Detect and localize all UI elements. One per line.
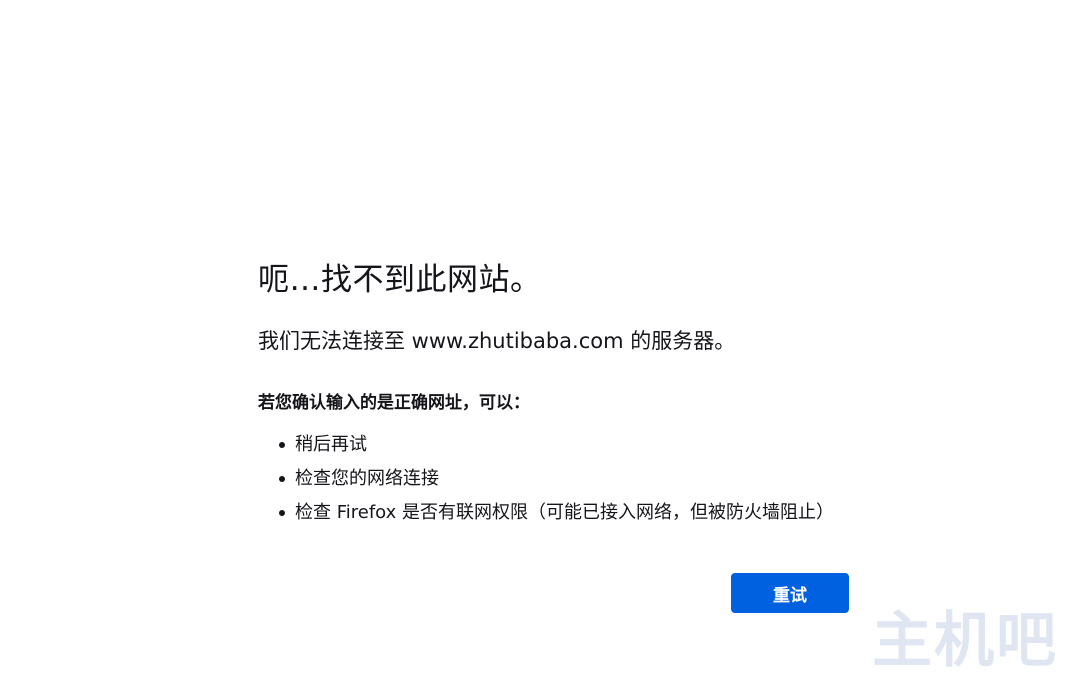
advice-item-label: 稍后再试 — [295, 434, 367, 455]
watermark-logo: 主机吧 — [872, 606, 1058, 676]
error-page: 呃…找不到此网站。 我们无法连接至 www.zhutibaba.com 的服务器… — [0, 0, 1078, 686]
advice-item-check-network: 检查您的网络连接 — [258, 462, 858, 496]
error-description: 我们无法连接至 www.zhutibaba.com 的服务器。 — [258, 329, 736, 353]
error-title: 呃…找不到此网站。 — [258, 262, 542, 298]
advice-list: 稍后再试 检查您的网络连接 检查 Firefox 是否有联网权限（可能已接入网络… — [258, 428, 858, 530]
advice-heading: 若您确认输入的是正确网址，可以： — [258, 393, 530, 413]
bullet-icon — [279, 442, 285, 448]
error-content: 呃…找不到此网站。 我们无法连接至 www.zhutibaba.com 的服务器… — [258, 258, 858, 530]
advice-item-label: 检查 Firefox 是否有联网权限（可能已接入网络，但被防火墙阻止） — [295, 502, 835, 523]
advice-item-label: 检查您的网络连接 — [295, 468, 439, 489]
retry-button[interactable]: 重试 — [731, 573, 849, 613]
advice-item-retry-later: 稍后再试 — [258, 428, 858, 462]
advice-item-check-firewall: 检查 Firefox 是否有联网权限（可能已接入网络，但被防火墙阻止） — [258, 496, 858, 530]
bullet-icon — [279, 476, 285, 482]
bullet-icon — [279, 510, 285, 516]
